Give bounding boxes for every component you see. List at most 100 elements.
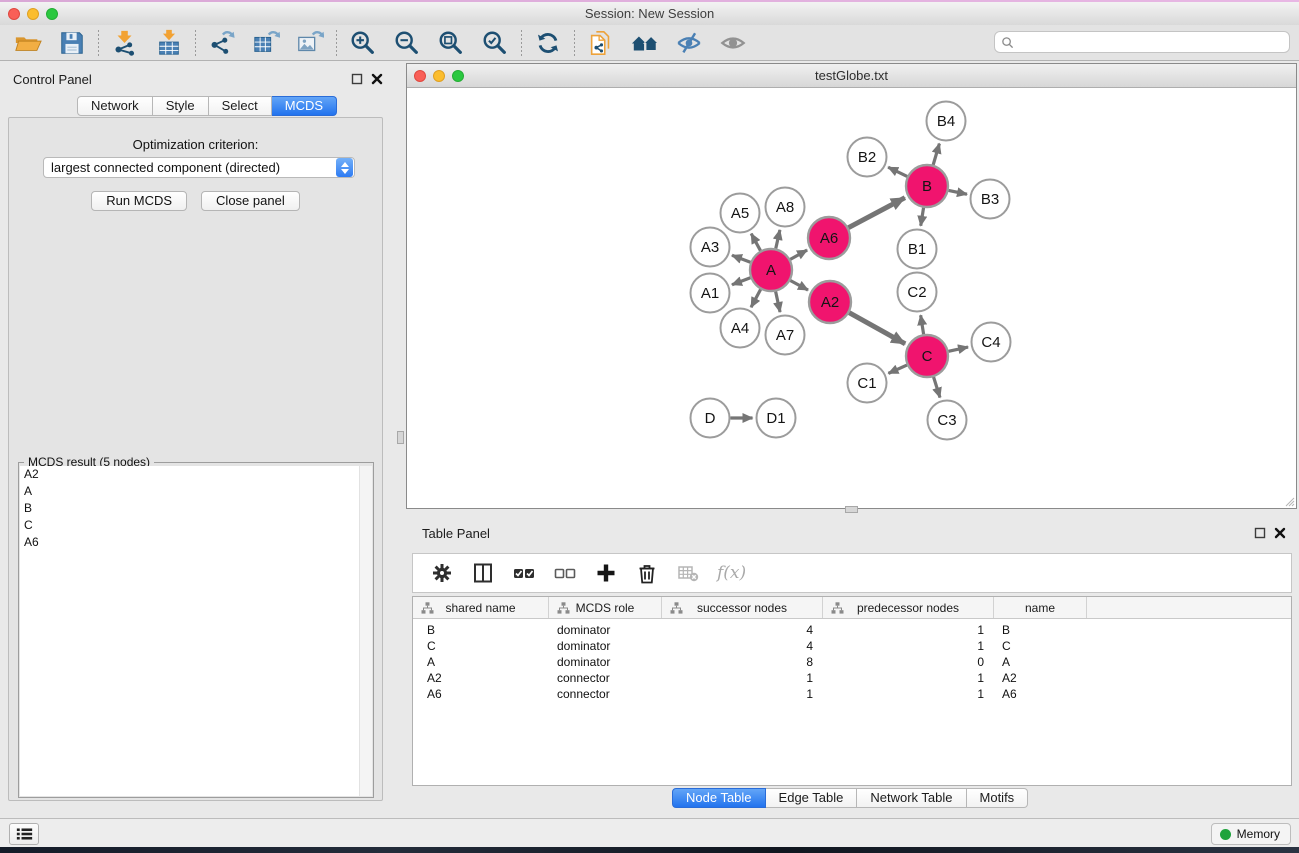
vertical-divider-grip[interactable] [397, 431, 404, 444]
edge-C-C4[interactable] [948, 347, 968, 351]
node-C[interactable]: C [906, 335, 948, 377]
node-D[interactable]: D [691, 399, 730, 438]
edge-A-A5[interactable] [751, 234, 760, 251]
edge-A-A4[interactable] [751, 289, 761, 307]
zoom-out-icon[interactable] [391, 28, 423, 58]
zoom-in-icon[interactable] [347, 28, 379, 58]
table-row[interactable]: A6connector11A6 [413, 686, 1291, 702]
edge-A-A8[interactable] [776, 230, 780, 249]
show-details-icon[interactable] [717, 28, 749, 58]
gear-icon[interactable] [430, 561, 454, 585]
minimize-window-button[interactable] [27, 8, 39, 20]
columns-icon[interactable] [471, 561, 495, 585]
column-header-name[interactable]: name [994, 597, 1087, 618]
home-icon[interactable] [629, 28, 661, 58]
result-scrollbar[interactable] [359, 466, 372, 796]
network-document-icon[interactable] [585, 28, 617, 58]
network-close-button[interactable] [414, 70, 426, 82]
edge-A-A1[interactable] [732, 278, 750, 285]
node-D1[interactable]: D1 [757, 399, 796, 438]
resize-grip-icon[interactable] [1283, 495, 1295, 507]
delete-icon[interactable] [635, 561, 659, 585]
edge-B-B4[interactable] [933, 144, 939, 165]
result-item[interactable]: B [20, 500, 372, 517]
tab-style[interactable]: Style [153, 96, 209, 116]
edge-A-A6[interactable] [790, 250, 807, 259]
tab-node-table[interactable]: Node Table [672, 788, 766, 808]
horizontal-divider-grip[interactable] [845, 506, 858, 513]
node-A[interactable]: A [750, 249, 792, 291]
table-row[interactable]: A2connector11A2 [413, 670, 1291, 686]
select-all-icon[interactable] [512, 561, 536, 585]
hide-details-icon[interactable] [673, 28, 705, 58]
table-row[interactable]: Adominator80A [413, 654, 1291, 670]
tab-edge-table[interactable]: Edge Table [766, 788, 858, 808]
node-B2[interactable]: B2 [848, 138, 887, 177]
column-header-predecessor-nodes[interactable]: predecessor nodes [823, 597, 994, 618]
task-history-button[interactable] [9, 823, 39, 845]
float-panel-icon[interactable] [1254, 527, 1266, 539]
import-network-icon[interactable] [109, 28, 141, 58]
result-item[interactable]: A2 [20, 466, 372, 483]
network-zoom-button[interactable] [452, 70, 464, 82]
deselect-all-icon[interactable] [553, 561, 577, 585]
node-A5[interactable]: A5 [721, 194, 760, 233]
node-C2[interactable]: C2 [898, 273, 937, 312]
open-folder-icon[interactable] [12, 28, 44, 58]
network-minimize-button[interactable] [433, 70, 445, 82]
search-input[interactable] [1014, 33, 1289, 51]
refresh-icon[interactable] [532, 28, 564, 58]
edge-C-C1[interactable] [888, 365, 907, 373]
float-panel-icon[interactable] [351, 73, 363, 85]
column-header-successor-nodes[interactable]: successor nodes [662, 597, 823, 618]
tab-network[interactable]: Network [77, 96, 153, 116]
node-A7[interactable]: A7 [766, 316, 805, 355]
edge-A-A7[interactable] [776, 292, 780, 313]
node-C1[interactable]: C1 [848, 364, 887, 403]
node-A1[interactable]: A1 [691, 274, 730, 313]
result-item[interactable]: A6 [20, 534, 372, 551]
edge-A6-B[interactable] [848, 198, 904, 228]
node-C3[interactable]: C3 [928, 401, 967, 440]
search-field[interactable] [994, 31, 1290, 53]
zoom-window-button[interactable] [46, 8, 58, 20]
tab-network-table[interactable]: Network Table [857, 788, 966, 808]
export-table-icon[interactable] [250, 28, 282, 58]
node-C4[interactable]: C4 [972, 323, 1011, 362]
node-A3[interactable]: A3 [691, 228, 730, 267]
edge-B-B2[interactable] [888, 167, 907, 176]
edge-A-A3[interactable] [732, 255, 750, 262]
memory-button[interactable]: Memory [1211, 823, 1291, 845]
zoom-fit-icon[interactable] [435, 28, 467, 58]
zoom-selected-icon[interactable] [479, 28, 511, 58]
close-panel-button[interactable]: Close panel [201, 191, 300, 211]
edge-B-B3[interactable] [949, 190, 967, 194]
result-item[interactable]: C [20, 517, 372, 534]
table-row[interactable]: Cdominator41C [413, 638, 1291, 654]
criterion-dropdown[interactable]: largest connected component (directed) [43, 157, 355, 178]
node-B[interactable]: B [906, 165, 948, 207]
node-table[interactable]: shared nameMCDS rolesuccessor nodesprede… [412, 596, 1292, 786]
mcds-result-list[interactable]: A2ABCA6 [20, 466, 372, 796]
export-image-icon[interactable] [294, 28, 326, 58]
run-mcds-button[interactable]: Run MCDS [91, 191, 187, 211]
node-B3[interactable]: B3 [971, 180, 1010, 219]
save-icon[interactable] [56, 28, 88, 58]
close-window-button[interactable] [8, 8, 20, 20]
network-graph[interactable]: AA1A2A3A4A5A6A7A8BB1B2B3B4CC1C2C3C4DD1 [407, 89, 1296, 508]
import-table-icon[interactable] [153, 28, 185, 58]
add-icon[interactable] [594, 561, 618, 585]
column-header-shared-name[interactable]: shared name [413, 597, 549, 618]
close-panel-icon[interactable] [1274, 527, 1286, 539]
export-network-icon[interactable] [206, 28, 238, 58]
edge-C-C3[interactable] [934, 377, 940, 398]
column-header-MCDS-role[interactable]: MCDS role [549, 597, 662, 618]
node-A6[interactable]: A6 [808, 217, 850, 259]
tab-motifs[interactable]: Motifs [967, 788, 1029, 808]
edge-A-A2[interactable] [790, 280, 808, 290]
node-A2[interactable]: A2 [809, 281, 851, 323]
result-item[interactable]: A [20, 483, 372, 500]
node-B4[interactable]: B4 [927, 102, 966, 141]
tab-select[interactable]: Select [209, 96, 272, 116]
edge-A2-C[interactable] [849, 313, 905, 344]
